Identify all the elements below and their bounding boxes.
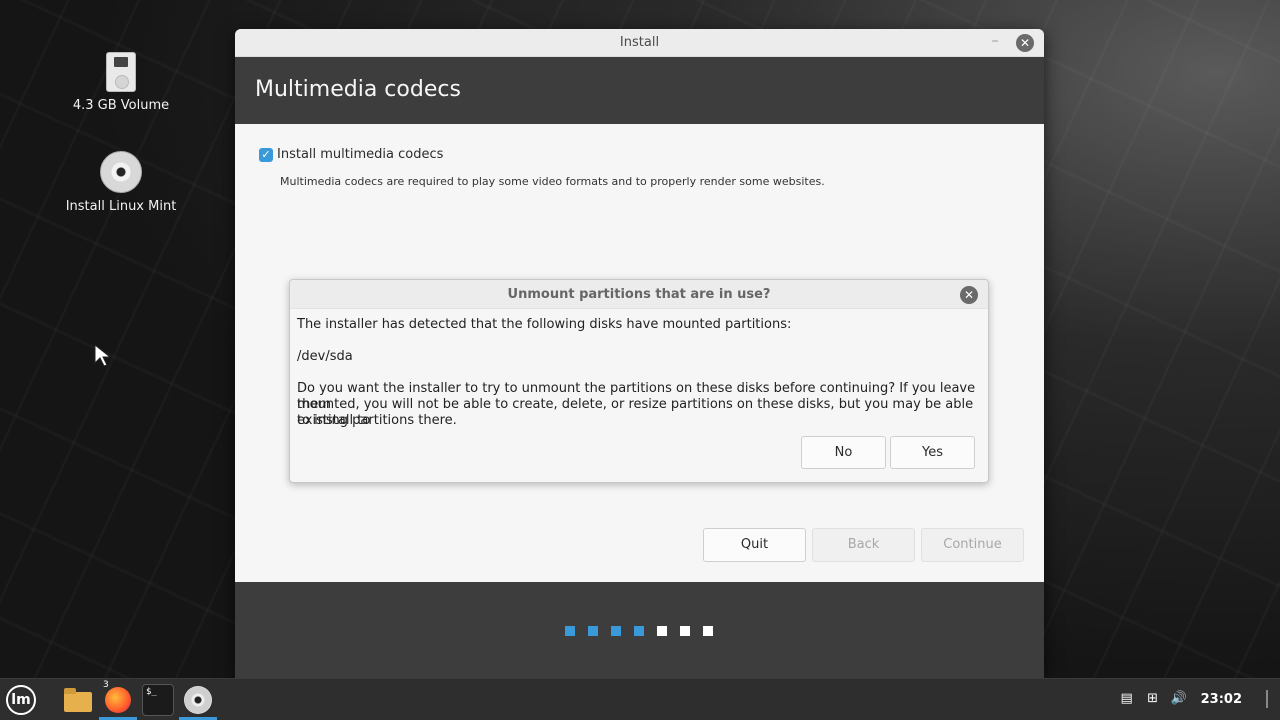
folder-icon	[64, 688, 92, 712]
desktop-icon-volume[interactable]: 4.3 GB Volume	[51, 52, 191, 113]
progress-step-dot	[657, 626, 667, 636]
installer-taskbar-item[interactable]	[182, 684, 214, 716]
progress-step-dot	[611, 626, 621, 636]
dialog-question-line3: existing partitions there.	[297, 413, 457, 428]
network-icon[interactable]: ⊞	[1145, 691, 1161, 707]
cd-disc-icon	[100, 151, 142, 193]
usb-drive-icon	[106, 52, 136, 92]
terminal-icon: $_	[146, 687, 157, 697]
firefox-icon	[105, 687, 131, 713]
progress-step-dot	[588, 626, 598, 636]
clock[interactable]: 23:02	[1201, 692, 1242, 707]
window-title: Install	[619, 35, 660, 50]
mint-logo-icon: lm	[11, 692, 31, 708]
checkmark-icon: ✓	[261, 147, 271, 161]
codecs-checkbox-label[interactable]: Install multimedia codecs	[277, 147, 443, 162]
page-title: Multimedia codecs	[255, 77, 461, 102]
menu-button[interactable]: lm	[6, 685, 36, 715]
notes-icon[interactable]: ▤	[1119, 691, 1135, 707]
firefox-launcher[interactable]: 3	[102, 680, 134, 716]
dialog-title: Unmount partitions that are in use?	[507, 287, 771, 302]
window-titlebar[interactable]: Install – ✕	[235, 29, 1044, 57]
volume-icon[interactable]: 🔊	[1171, 691, 1187, 707]
system-tray: ▤ ⊞ 🔊 23:02	[1119, 690, 1268, 708]
progress-dots	[565, 626, 713, 636]
dialog-titlebar[interactable]: Unmount partitions that are in use? ✕	[290, 280, 988, 309]
dialog-disk-name: /dev/sda	[297, 349, 353, 364]
back-button[interactable]: Back	[812, 528, 915, 562]
codecs-checkbox-row[interactable]: ✓ Install multimedia codecs	[259, 147, 443, 162]
page-header: Multimedia codecs	[235, 57, 1044, 124]
close-button[interactable]: ✕	[1016, 34, 1034, 52]
progress-step-dot	[565, 626, 575, 636]
terminal-launcher[interactable]: $_	[142, 684, 174, 716]
window-count-badge: 3	[103, 680, 109, 690]
files-launcher[interactable]	[62, 684, 94, 716]
close-icon: ✕	[1019, 36, 1031, 50]
codecs-description: Multimedia codecs are required to play s…	[280, 175, 825, 188]
cd-disc-icon	[184, 686, 212, 714]
codecs-checkbox[interactable]: ✓	[259, 147, 273, 162]
yes-button[interactable]: Yes	[890, 436, 975, 469]
desktop-icon-label: Install Linux Mint	[65, 199, 177, 214]
taskbar: lm 3 $_ ▤ ⊞ 🔊 23:02	[0, 678, 1280, 720]
no-button[interactable]: No	[801, 436, 886, 469]
dialog-message-line1: The installer has detected that the foll…	[297, 317, 792, 332]
quit-button[interactable]: Quit	[703, 528, 806, 562]
desktop-icon-install-linux-mint[interactable]: Install Linux Mint	[51, 151, 191, 214]
mouse-pointer-icon	[94, 344, 112, 367]
desktop-icon-label: 4.3 GB Volume	[72, 98, 170, 113]
show-desktop-button[interactable]	[1266, 690, 1268, 708]
unmount-dialog: Unmount partitions that are in use? ✕ Th…	[289, 279, 989, 483]
continue-button[interactable]: Continue	[921, 528, 1024, 562]
progress-step-dot	[703, 626, 713, 636]
close-icon: ✕	[963, 288, 975, 302]
dialog-close-button[interactable]: ✕	[960, 286, 978, 304]
minimize-button[interactable]: –	[986, 33, 1004, 51]
progress-footer	[235, 582, 1044, 678]
progress-step-dot	[634, 626, 644, 636]
progress-step-dot	[680, 626, 690, 636]
